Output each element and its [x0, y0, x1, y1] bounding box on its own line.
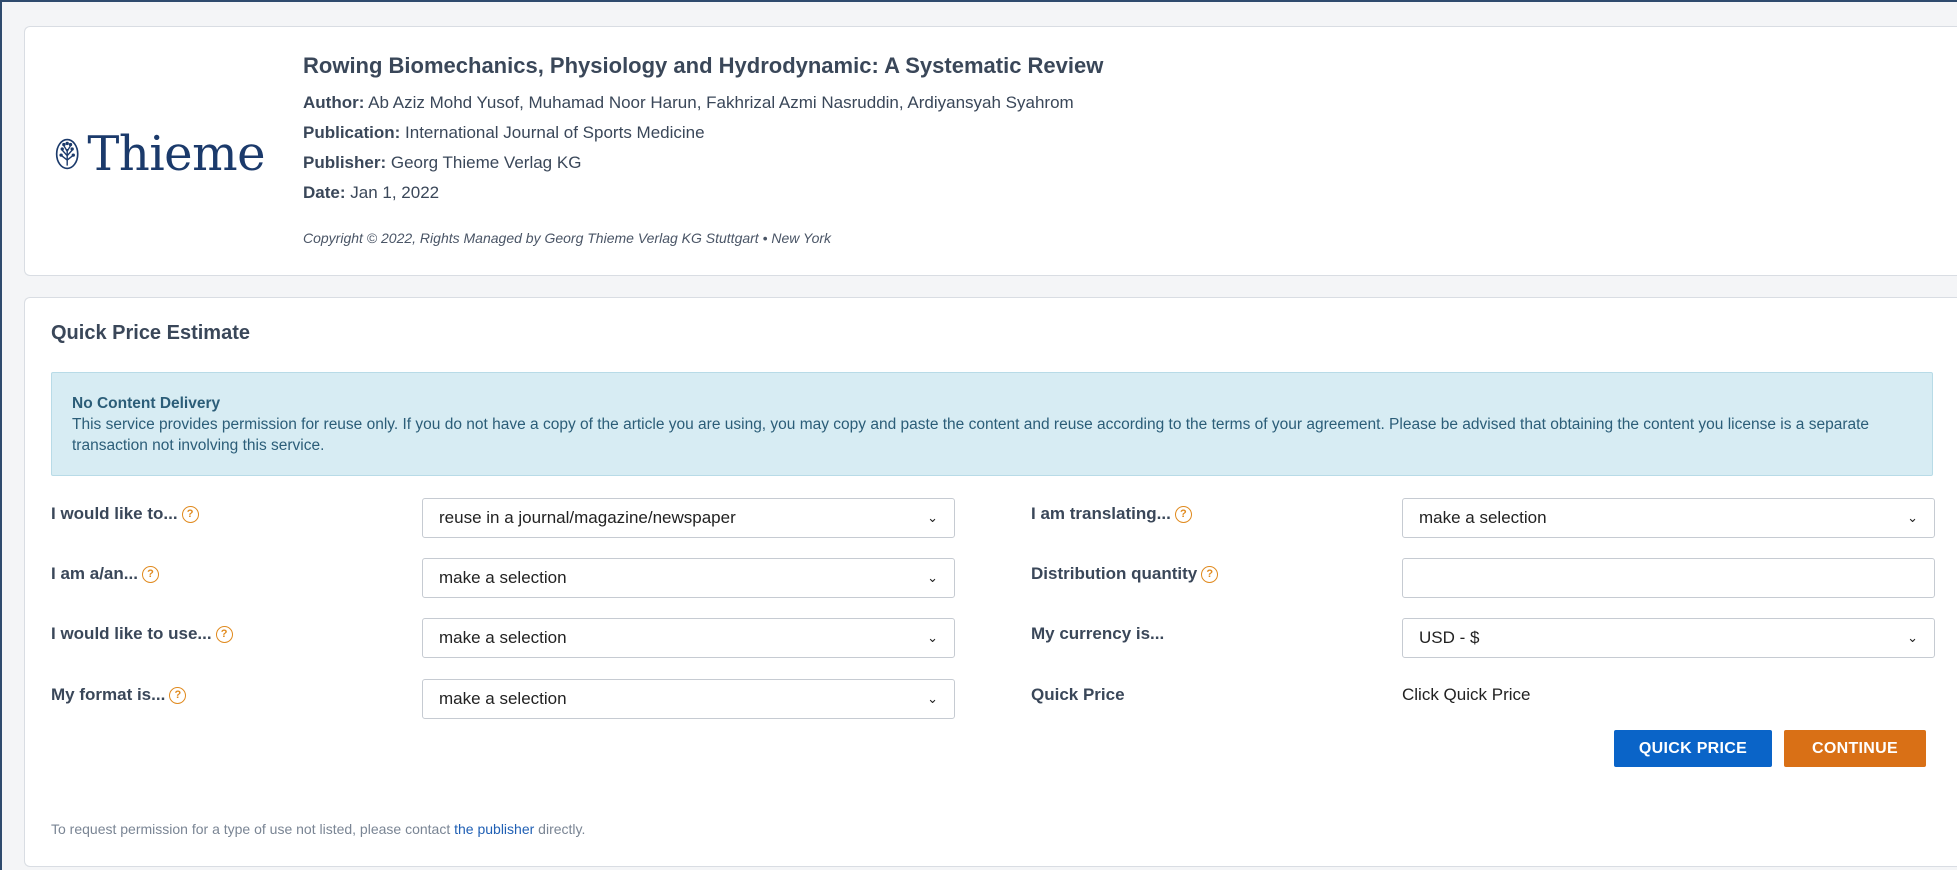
- author-value: Ab Aziz Mohd Yusof, Muhamad Noor Harun, …: [368, 93, 1074, 112]
- format-label: My format is... ?: [51, 685, 187, 705]
- footnote-after: directly.: [534, 821, 586, 837]
- logo-text: Thieme: [87, 126, 265, 182]
- no-content-delivery-notice: No Content Delivery This service provide…: [51, 372, 1933, 476]
- i-am-select[interactable]: make a selection ⌄: [422, 558, 955, 598]
- format-value: make a selection: [439, 689, 567, 708]
- footnote: To request permission for a type of use …: [51, 821, 585, 837]
- chevron-down-icon: ⌄: [1907, 510, 1918, 525]
- publication-line: Publication: International Journal of Sp…: [303, 123, 705, 143]
- quick-price-label-text: Quick Price: [1031, 685, 1125, 704]
- copyright-text: Copyright © 2022, Rights Managed by Geor…: [303, 230, 832, 246]
- help-icon[interactable]: ?: [1201, 565, 1219, 583]
- format-label-text: My format is...: [51, 685, 166, 704]
- thieme-tree-icon: [55, 138, 79, 170]
- notice-text: This service provides permission for reu…: [72, 416, 1870, 454]
- would-like-to-use-label: I would like to use... ?: [51, 624, 233, 644]
- publication-label: Publication:: [303, 123, 401, 142]
- author-label: Author:: [303, 93, 365, 112]
- quick-price-title: Quick Price Estimate: [51, 322, 250, 344]
- i-am-label: I am a/an... ?: [51, 564, 159, 584]
- thieme-logo: Thieme: [55, 119, 265, 189]
- translating-select[interactable]: make a selection ⌄: [1402, 498, 1935, 538]
- translating-label: I am translating... ?: [1031, 504, 1192, 524]
- i-am-label-text: I am a/an...: [51, 564, 138, 583]
- chevron-down-icon: ⌄: [927, 510, 938, 525]
- currency-select[interactable]: USD - $ ⌄: [1402, 618, 1935, 658]
- would-like-to-use-value: make a selection: [439, 628, 567, 647]
- format-select[interactable]: make a selection ⌄: [422, 679, 955, 719]
- help-icon[interactable]: ?: [1174, 505, 1192, 523]
- date-line: Date: Jan 1, 2022: [303, 183, 439, 203]
- publisher-value: Georg Thieme Verlag KG: [390, 153, 582, 172]
- help-icon[interactable]: ?: [169, 686, 187, 704]
- help-icon[interactable]: ?: [141, 565, 159, 583]
- chevron-down-icon: ⌄: [927, 691, 938, 706]
- currency-value: USD - $: [1419, 628, 1480, 647]
- i-am-value: make a selection: [439, 568, 567, 587]
- translating-value: make a selection: [1419, 508, 1547, 527]
- publisher-label: Publisher:: [303, 153, 387, 172]
- quick-price-card: Quick Price Estimate No Content Delivery…: [24, 297, 1957, 867]
- footnote-before: To request permission for a type of use …: [51, 821, 455, 837]
- quick-price-value: Click Quick Price: [1402, 685, 1531, 704]
- would-like-to-label: I would like to... ?: [51, 504, 199, 524]
- continue-button[interactable]: CONTINUE: [1784, 730, 1926, 767]
- date-label: Date:: [303, 183, 346, 202]
- notice-title: No Content Delivery: [72, 395, 221, 412]
- would-like-to-use-select[interactable]: make a selection ⌄: [422, 618, 955, 658]
- would-like-to-value: reuse in a journal/magazine/newspaper: [439, 508, 736, 527]
- chevron-down-icon: ⌄: [927, 570, 938, 585]
- quick-price-button[interactable]: QUICK PRICE: [1614, 730, 1772, 767]
- article-title: Rowing Biomechanics, Physiology and Hydr…: [303, 53, 1104, 78]
- distribution-quantity-label-text: Distribution quantity: [1031, 564, 1198, 583]
- would-like-to-use-label-text: I would like to use...: [51, 624, 212, 643]
- help-icon[interactable]: ?: [215, 625, 233, 643]
- publisher-link[interactable]: the publisher: [454, 821, 534, 837]
- chevron-down-icon: ⌄: [927, 630, 938, 645]
- currency-label-text: My currency is...: [1031, 624, 1165, 643]
- author-line: Author: Ab Aziz Mohd Yusof, Muhamad Noor…: [303, 93, 1074, 113]
- distribution-quantity-input[interactable]: [1402, 558, 1935, 598]
- article-card: Thieme Rowing Biomechanics, Physiology a…: [24, 26, 1957, 276]
- help-icon[interactable]: ?: [181, 505, 199, 523]
- quick-price-label: Quick Price: [1031, 685, 1125, 705]
- date-value: Jan 1, 2022: [350, 183, 440, 202]
- distribution-quantity-label: Distribution quantity ?: [1031, 564, 1219, 584]
- would-like-to-select[interactable]: reuse in a journal/magazine/newspaper ⌄: [422, 498, 955, 538]
- currency-label: My currency is...: [1031, 624, 1164, 644]
- translating-label-text: I am translating...: [1031, 504, 1171, 523]
- publication-value: International Journal of Sports Medicine: [405, 123, 705, 142]
- chevron-down-icon: ⌄: [1907, 630, 1918, 645]
- would-like-to-label-text: I would like to...: [51, 504, 178, 523]
- publisher-line: Publisher: Georg Thieme Verlag KG: [303, 153, 581, 173]
